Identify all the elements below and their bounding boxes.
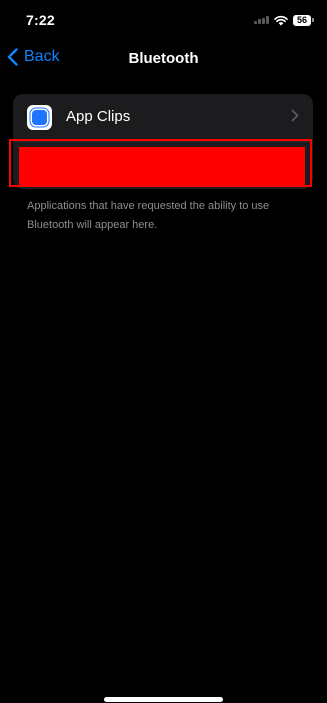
redaction-block bbox=[19, 147, 305, 187]
navigation-bar: Back Bluetooth bbox=[0, 42, 327, 76]
home-indicator bbox=[104, 697, 223, 702]
status-indicators: 56 bbox=[254, 13, 314, 27]
page-title: Bluetooth bbox=[128, 50, 199, 67]
footer-note: Applications that have requested the abi… bbox=[27, 200, 270, 231]
signal-icon bbox=[254, 16, 269, 24]
battery-icon: 56 bbox=[293, 14, 314, 26]
list-item-app-clips[interactable]: App Clips bbox=[13, 94, 313, 141]
status-time: 7:22 bbox=[26, 12, 55, 28]
battery-level: 56 bbox=[293, 14, 311, 26]
status-bar: 7:22 56 bbox=[0, 0, 327, 42]
chevron-right-icon bbox=[291, 109, 299, 122]
app-clips-icon bbox=[27, 105, 52, 130]
list-item-label: App Clips bbox=[66, 108, 131, 125]
wifi-icon bbox=[274, 15, 288, 25]
